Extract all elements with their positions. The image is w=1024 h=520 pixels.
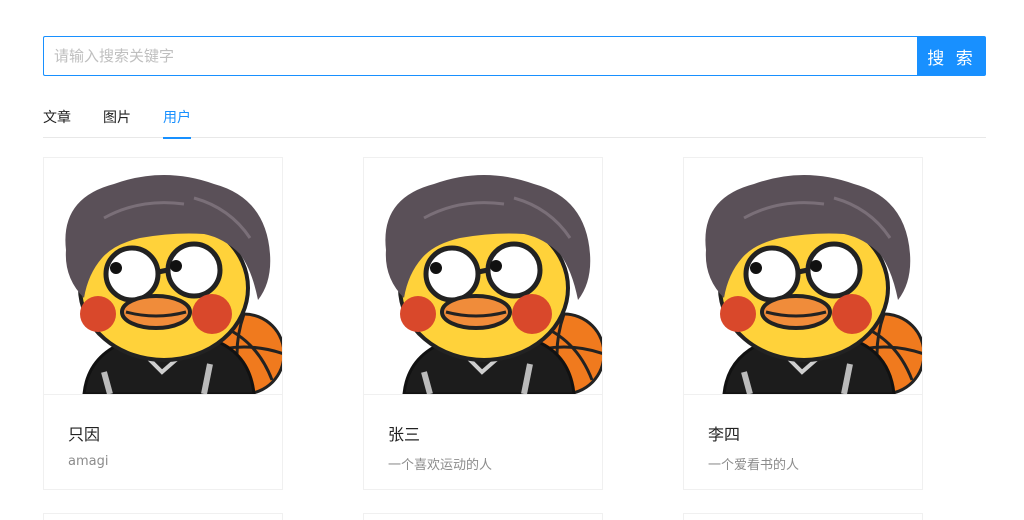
user-description: 一个喜欢运动的人 <box>388 458 493 473</box>
result-type-tabs: 文章 图片 用户 <box>43 96 986 139</box>
card-body: 李四 一个爱看书的人 <box>684 394 922 489</box>
duck-avatar-icon <box>684 158 922 394</box>
card-body: 张三 一个喜欢运动的人 <box>364 394 602 489</box>
next-row-card-edge <box>683 513 923 520</box>
user-name: 只因 <box>68 425 101 444</box>
user-description: 一个爱看书的人 <box>708 458 800 473</box>
tab-images[interactable]: 图片 <box>103 96 131 138</box>
next-row-card-edge <box>43 513 283 520</box>
tab-articles[interactable]: 文章 <box>43 96 71 138</box>
search-input[interactable] <box>43 36 917 76</box>
user-name: 李四 <box>708 425 741 444</box>
card-body: 只因 amagi <box>44 394 282 489</box>
user-name: 张三 <box>388 425 421 444</box>
tab-users[interactable]: 用户 <box>163 96 191 139</box>
user-card[interactable]: 张三 一个喜欢运动的人 <box>363 157 603 490</box>
user-card[interactable]: 只因 amagi <box>43 157 283 490</box>
duck-avatar-icon <box>364 158 602 394</box>
user-card[interactable]: 李四 一个爱看书的人 <box>683 157 923 490</box>
search-button[interactable]: 搜 索 <box>917 36 986 76</box>
search-bar: 搜 索 <box>43 36 986 76</box>
next-row-card-edge <box>363 513 603 520</box>
duck-avatar-icon <box>44 158 282 394</box>
search-results-page: 搜 索 文章 图片 用户 只因 amagi <box>0 0 1024 520</box>
user-description: amagi <box>68 454 109 469</box>
